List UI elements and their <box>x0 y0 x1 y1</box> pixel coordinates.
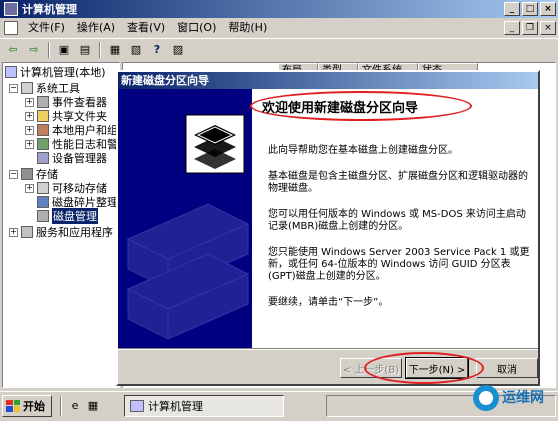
storage-icon <box>21 168 33 180</box>
tree-item-removable-storage[interactable]: + 可移动存储 <box>25 181 107 195</box>
new-partition-wizard: 新建磁盘分区向导 欢迎使用新建磁盘分区向导 此向导帮助您在基本磁盘上创建磁盘分区… <box>116 70 540 386</box>
wizard-side-banner <box>118 89 252 348</box>
performance-icon <box>37 138 49 150</box>
wizard-button-bar: < 上一步(B) 下一步(N) > 取消 <box>118 348 538 384</box>
tree-root-label: 计算机管理(本地) <box>20 66 106 79</box>
computer-management-icon <box>4 2 18 16</box>
menu-bar: 文件(F) 操作(A) 查看(V) 窗口(O) 帮助(H) <box>0 18 558 38</box>
menu-file[interactable]: 文件(F) <box>22 19 71 37</box>
defrag-icon <box>37 196 49 208</box>
menu-window[interactable]: 窗口(O) <box>171 19 222 37</box>
services-icon <box>21 226 33 238</box>
task-icon <box>130 400 144 412</box>
taskbar-item-label: 计算机管理 <box>148 400 203 413</box>
tree-item-device-manager[interactable]: 设备管理器 <box>37 151 107 165</box>
wizard-title: 新建磁盘分区向导 <box>121 74 209 87</box>
help-icon[interactable]: ? <box>148 41 166 59</box>
menu-view[interactable]: 查看(V) <box>121 19 171 37</box>
expand-icon[interactable]: + <box>25 97 34 107</box>
mdi-minimize-button[interactable]: _ <box>504 21 520 35</box>
event-viewer-icon <box>37 96 49 108</box>
wizard-paragraph: 此向导帮助您在基本磁盘上创建磁盘分区。 <box>268 145 458 156</box>
tree-item-label: 设备管理器 <box>52 152 107 165</box>
close-button[interactable]: × <box>540 2 556 16</box>
wizard-paragraph: 基本磁盘是包含主磁盘分区、扩展磁盘分区和逻辑驱动器的物理磁盘。 <box>268 171 528 194</box>
toolbar-separator <box>48 41 50 58</box>
tree-item-disk-management[interactable]: 磁盘管理 <box>37 208 98 224</box>
expand-icon[interactable]: + <box>25 125 34 135</box>
wizard-paragraph: 您只能使用 Windows Server 2003 Service Pack 1… <box>268 247 530 282</box>
disk-management-icon <box>37 210 49 222</box>
taskbar-separator <box>60 395 62 416</box>
start-label: 开始 <box>23 399 45 413</box>
console-icon[interactable]: ▨ <box>169 41 187 59</box>
up-folder-icon[interactable]: ▣ <box>55 41 73 59</box>
tree-item-storage[interactable]: − 存储 <box>9 167 58 181</box>
back-arrow-icon[interactable]: ⇦ <box>4 41 22 59</box>
wizard-paragraph: 要继续，请单击“下一步”。 <box>268 297 389 308</box>
tree-item-local-users[interactable]: + 本地用户和组 <box>25 123 118 137</box>
disk-stack-illustration <box>126 114 250 340</box>
wizard-heading: 欢迎使用新建磁盘分区向导 <box>262 101 419 116</box>
properties-icon[interactable]: ▦ <box>106 41 124 59</box>
ie-icon[interactable]: e <box>66 397 84 415</box>
mdi-icon[interactable] <box>4 21 18 35</box>
export-icon[interactable]: ▧ <box>127 41 145 59</box>
expand-icon[interactable]: + <box>9 227 18 237</box>
wizard-title-bar[interactable]: 新建磁盘分区向导 <box>118 72 538 89</box>
windows-logo-icon <box>6 399 20 412</box>
watermark-text: 运维网 <box>502 389 544 406</box>
main-window-title: 计算机管理 <box>22 3 77 16</box>
users-icon <box>37 124 49 136</box>
wizard-paragraph: 您可以用任何版本的 Windows 或 MS-DOS 来访问主启动记录(MBR)… <box>268 209 526 232</box>
tree-item-performance-logs[interactable]: + 性能日志和警 <box>25 137 118 151</box>
tree-item-event-viewer[interactable]: + 事件查看器 <box>25 95 107 109</box>
tree-item-services-apps[interactable]: + 服务和应用程序 <box>9 225 113 239</box>
collapse-icon[interactable]: − <box>9 83 18 93</box>
wizard-content: 欢迎使用新建磁盘分区向导 此向导帮助您在基本磁盘上创建磁盘分区。 基本磁盘是包含… <box>250 89 538 348</box>
removable-storage-icon <box>37 182 49 194</box>
maximize-button[interactable]: □ <box>522 2 538 16</box>
site-watermark: 运维网 <box>470 380 554 418</box>
show-tree-icon[interactable]: ▤ <box>76 41 94 59</box>
forward-arrow-icon[interactable]: ⇨ <box>25 41 43 59</box>
tree-item-label: 服务和应用程序 <box>36 226 113 239</box>
tree-item-label: 磁盘管理 <box>52 208 98 224</box>
tree-item-shared-folders[interactable]: + 共享文件夹 <box>25 109 107 123</box>
mdi-restore-button[interactable]: ❐ <box>522 21 538 35</box>
minimize-button[interactable]: _ <box>504 2 520 16</box>
expand-icon[interactable]: + <box>25 183 34 193</box>
toolbar-separator <box>99 41 101 58</box>
menu-action[interactable]: 操作(A) <box>71 19 121 37</box>
device-manager-icon <box>37 152 49 164</box>
shared-folder-icon <box>37 110 49 122</box>
start-button[interactable]: 开始 <box>2 394 52 417</box>
console-tree: 计算机管理(本地) − 系统工具 + 事件查看器 + 共享文件夹 + 本地用户和… <box>2 62 120 388</box>
tree-item-system-tools[interactable]: − 系统工具 <box>9 81 80 95</box>
taskbar-item-computer-management[interactable]: 计算机管理 <box>124 395 284 417</box>
mdi-close-button[interactable]: × <box>540 21 556 35</box>
tree-root[interactable]: 计算机管理(本地) <box>5 65 106 79</box>
toolbar: ⇦ ⇨ ▣ ▤ ▦ ▧ ? ▨ <box>0 38 558 60</box>
main-title-bar[interactable]: 计算机管理 _ □ × <box>0 0 558 18</box>
tree-item-disk-defragmenter[interactable]: 磁盘碎片整理 <box>37 195 118 209</box>
expand-icon[interactable]: + <box>25 111 34 121</box>
explorer-icon[interactable]: ▦ <box>84 397 102 415</box>
menu-help[interactable]: 帮助(H) <box>222 19 273 37</box>
expand-icon[interactable]: + <box>25 139 34 149</box>
tools-icon <box>21 82 33 94</box>
highlight-ellipse-next <box>364 352 484 384</box>
computer-icon <box>5 66 17 78</box>
cancel-button[interactable]: 取消 <box>476 358 538 378</box>
collapse-icon[interactable]: − <box>9 169 18 179</box>
